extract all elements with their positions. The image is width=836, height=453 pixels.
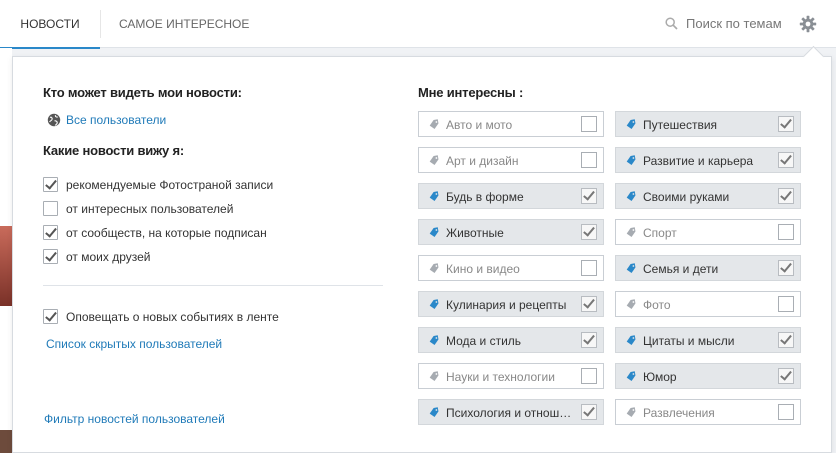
who-sees-heading: Кто может видеть мои новости: (43, 85, 242, 100)
interest-tag-label: Развлечения (643, 406, 715, 420)
tag-icon (429, 227, 439, 237)
interest-tag[interactable]: Путешествия (615, 111, 801, 137)
checkbox[interactable] (43, 177, 58, 192)
tag-icon (626, 191, 636, 201)
interest-tag[interactable]: Фото (615, 291, 801, 317)
interest-tag-label: Путешествия (643, 118, 718, 132)
interest-tag-label: Кино и видео (446, 262, 520, 276)
search-icon (665, 17, 678, 30)
interest-checkbox[interactable] (778, 188, 794, 204)
tag-icon (429, 119, 439, 129)
interest-tag[interactable]: Науки и технологии (418, 363, 604, 389)
interest-checkbox[interactable] (581, 224, 597, 240)
interest-tag[interactable]: Спорт (615, 219, 801, 245)
interest-checkbox[interactable] (581, 404, 597, 420)
tag-icon (626, 407, 636, 417)
interest-tag[interactable]: Развлечения (615, 399, 801, 425)
interest-tag-label: Науки и технологии (446, 370, 555, 384)
checkbox[interactable] (43, 309, 58, 324)
tag-icon (429, 155, 439, 165)
interest-checkbox[interactable] (581, 296, 597, 312)
checkbox-label: от интересных пользователей (66, 202, 234, 216)
interest-checkbox[interactable] (581, 188, 597, 204)
interest-tag[interactable]: Психология и отнош… (418, 399, 604, 425)
checkbox-label: Оповещать о новых событиях в ленте (66, 310, 279, 324)
interest-tag-label: Будь в форме (446, 190, 524, 204)
interest-tag[interactable]: Семья и дети (615, 255, 801, 281)
interest-checkbox[interactable] (778, 368, 794, 384)
interest-tag-label: Развитие и карьера (643, 154, 754, 168)
interests-heading: Мне интересны : (418, 85, 524, 100)
interest-tag[interactable]: Авто и мото (418, 111, 604, 137)
which-news-heading: Какие новости вижу я: (43, 143, 185, 158)
tag-icon (429, 299, 439, 309)
checkbox-label: от сообществ, на которые подписан (66, 226, 267, 240)
hidden-users-link[interactable]: Список скрытых пользователей (46, 337, 222, 351)
interest-tag-label: Авто и мото (446, 118, 513, 132)
interest-tag-label: Животные (446, 226, 504, 240)
interest-tag-label: Юмор (643, 370, 677, 384)
interest-tag[interactable]: Арт и дизайн (418, 147, 604, 173)
checkbox-label: от моих друзей (66, 250, 151, 264)
interest-checkbox[interactable] (778, 116, 794, 132)
tab-news[interactable]: Новости (0, 0, 100, 49)
interest-checkbox[interactable] (778, 152, 794, 168)
interest-checkbox[interactable] (581, 368, 597, 384)
interest-tag-label: Арт и дизайн (446, 154, 519, 168)
interest-tag-label: Мода и стиль (446, 334, 522, 348)
interest-checkbox[interactable] (581, 332, 597, 348)
globe-icon (47, 113, 61, 127)
interest-checkbox[interactable] (778, 260, 794, 276)
top-nav-bar: Новости Самое интересное Поиск по темам (0, 0, 836, 49)
interest-tag[interactable]: Юмор (615, 363, 801, 389)
tag-icon (626, 263, 636, 273)
interest-tag[interactable]: Развитие и карьера (615, 147, 801, 173)
tag-icon (429, 371, 439, 381)
interest-tag-label: Психология и отнош… (446, 406, 572, 420)
tag-icon (626, 227, 636, 237)
tag-icon (626, 299, 636, 309)
checkbox[interactable] (43, 225, 58, 240)
interest-tag[interactable]: Кулинария и рецепты (418, 291, 604, 317)
search-placeholder: Поиск по темам (686, 16, 782, 31)
interest-checkbox[interactable] (581, 260, 597, 276)
interest-checkbox[interactable] (778, 332, 794, 348)
tag-icon (429, 263, 439, 273)
visibility-selector-link[interactable]: Все пользователи (66, 113, 166, 127)
checkbox[interactable] (43, 249, 58, 264)
tag-icon (429, 191, 439, 201)
interest-tag-label: Цитаты и мысли (643, 334, 735, 348)
tag-icon (626, 371, 636, 381)
interest-tag-label: Фото (643, 298, 671, 312)
news-settings-panel: Кто может видеть мои новости: Все пользо… (12, 56, 832, 453)
feed-image-fragment (0, 226, 12, 306)
tag-icon (626, 155, 636, 165)
interest-checkbox[interactable] (778, 404, 794, 420)
interest-checkbox[interactable] (581, 152, 597, 168)
interest-tag-label: Своими руками (643, 190, 730, 204)
interest-tag-label: Кулинария и рецепты (446, 298, 567, 312)
tag-icon (429, 407, 439, 417)
interest-tag[interactable]: Будь в форме (418, 183, 604, 209)
interest-tag-label: Спорт (643, 226, 677, 240)
section-divider (43, 285, 383, 286)
tag-icon (429, 335, 439, 345)
interest-checkbox[interactable] (778, 224, 794, 240)
interest-tag[interactable]: Животные (418, 219, 604, 245)
tag-icon (626, 119, 636, 129)
tab-most-interesting[interactable]: Самое интересное (119, 0, 249, 48)
user-news-filter-link[interactable]: Фильтр новостей пользователей (44, 412, 225, 426)
tab-divider (100, 10, 101, 38)
interest-tag-label: Семья и дети (643, 262, 719, 276)
interest-checkbox[interactable] (778, 296, 794, 312)
checkbox[interactable] (43, 201, 58, 216)
interest-checkbox[interactable] (581, 116, 597, 132)
tag-icon (626, 335, 636, 345)
checkbox-label: рекомендуемые Фотостраной записи (66, 178, 274, 192)
interest-tag[interactable]: Своими руками (615, 183, 801, 209)
gear-icon[interactable] (799, 15, 817, 33)
interest-tag[interactable]: Мода и стиль (418, 327, 604, 353)
interest-tag[interactable]: Кино и видео (418, 255, 604, 281)
interest-tag[interactable]: Цитаты и мысли (615, 327, 801, 353)
